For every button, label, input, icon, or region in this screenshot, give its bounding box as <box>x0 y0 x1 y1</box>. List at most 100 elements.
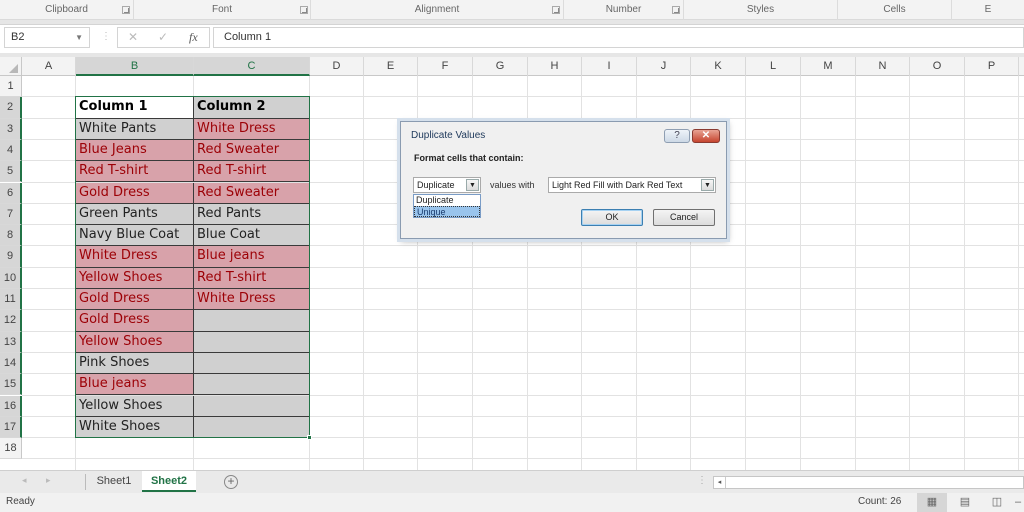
row-header-9[interactable]: 9 <box>0 246 22 268</box>
row-header-4[interactable]: 4 <box>0 139 22 162</box>
table-cell[interactable]: Blue jeans <box>76 374 194 396</box>
row-header-5[interactable]: 5 <box>0 161 22 183</box>
table-cell[interactable]: Gold Dress <box>76 182 194 204</box>
page-break-preview-icon[interactable]: ◫ <box>982 493 1012 512</box>
add-sheet-icon[interactable]: + <box>224 475 238 489</box>
column-header-o[interactable]: O <box>910 57 965 76</box>
normal-view-icon[interactable]: ▦ <box>917 493 947 512</box>
prev-sheet-icon[interactable]: ◂ <box>22 475 27 486</box>
column-header-k[interactable]: K <box>691 57 746 76</box>
option-duplicate[interactable]: Duplicate <box>414 195 480 206</box>
chevron-down-icon[interactable]: ▼ <box>75 28 83 47</box>
tab-sheet1[interactable]: Sheet1 <box>88 471 140 492</box>
row-header-10[interactable]: 10 <box>0 267 22 289</box>
table-cell[interactable]: Pink Shoes <box>76 352 194 375</box>
row-header-2[interactable]: 2 <box>0 97 22 119</box>
table-cell[interactable] <box>194 331 310 353</box>
next-sheet-icon[interactable]: ▸ <box>46 475 51 486</box>
worksheet-grid[interactable]: ABCDEFGHIJKLMNOP 1 2 3 4 5 6 7 8 9 10 11 12 13 14 15 16… <box>0 57 1024 470</box>
table-cell[interactable]: White Dress <box>76 246 194 268</box>
chevron-down-icon[interactable]: ▼ <box>701 179 714 191</box>
table-cell[interactable]: Red T-shirt <box>76 161 194 183</box>
dialog-launcher-icon[interactable] <box>552 6 560 14</box>
table-cell[interactable] <box>194 395 310 417</box>
help-button[interactable]: ? <box>664 129 690 143</box>
column-header-a[interactable]: A <box>22 57 76 76</box>
column-header-d[interactable]: D <box>310 57 364 76</box>
column-header-j[interactable]: J <box>637 57 691 76</box>
column-header-h[interactable]: H <box>528 57 582 76</box>
table-cell[interactable]: Blue jeans <box>194 246 310 268</box>
cancel-entry-icon[interactable]: ✕ <box>128 30 138 44</box>
row-header-12[interactable]: 12 <box>0 310 22 332</box>
column-header-n[interactable]: N <box>856 57 910 76</box>
formula-input[interactable]: Column 1 <box>213 27 1024 48</box>
table-cell[interactable] <box>194 352 310 375</box>
row-header-6[interactable]: 6 <box>0 182 22 204</box>
column-header-i[interactable]: I <box>582 57 637 76</box>
row-header-17[interactable]: 17 <box>0 416 22 439</box>
table-cell[interactable]: Yellow Shoes <box>76 331 194 353</box>
format-style-select[interactable]: Light Red Fill with Dark Red Text ▼ <box>548 177 716 193</box>
table-cell[interactable]: White Dress <box>194 118 310 140</box>
dialog-launcher-icon[interactable] <box>300 6 308 14</box>
table-cell[interactable]: Green Pants <box>76 203 194 226</box>
table-header-cell[interactable]: Column 2 <box>194 97 310 119</box>
close-button[interactable]: ✕ <box>692 129 720 143</box>
table-header-cell[interactable]: Column 1 <box>76 97 194 119</box>
column-header-e[interactable]: E <box>364 57 418 76</box>
insert-function-icon[interactable]: fx <box>189 30 198 45</box>
dialog-launcher-icon[interactable] <box>672 6 680 14</box>
table-cell[interactable]: White Dress <box>194 289 310 311</box>
name-box[interactable]: B2 ▼ <box>4 27 90 48</box>
table-cell[interactable]: Red T-shirt <box>194 267 310 289</box>
table-cell[interactable] <box>194 310 310 332</box>
table-cell[interactable] <box>194 374 310 396</box>
table-cell[interactable]: Gold Dress <box>76 310 194 332</box>
tab-split-handle[interactable]: ⋮ <box>697 475 707 486</box>
column-header-m[interactable]: M <box>801 57 856 76</box>
formula-bar-grip-icon[interactable]: ⋮ <box>101 31 111 42</box>
select-all-button[interactable] <box>0 57 22 76</box>
column-header-b[interactable]: B <box>76 57 194 76</box>
table-cell[interactable]: Blue Jeans <box>76 139 194 162</box>
table-cell[interactable]: Yellow Shoes <box>76 395 194 417</box>
table-cell[interactable]: Gold Dress <box>76 289 194 311</box>
chevron-down-icon[interactable]: ▼ <box>466 179 479 191</box>
column-header-f[interactable]: F <box>418 57 473 76</box>
row-header-13[interactable]: 13 <box>0 331 22 353</box>
row-header-8[interactable]: 8 <box>0 225 22 247</box>
row-header-3[interactable]: 3 <box>0 118 22 140</box>
table-cell[interactable]: Red T-shirt <box>194 161 310 183</box>
scroll-left-icon[interactable]: ◂ <box>714 477 726 488</box>
dialog-launcher-icon[interactable] <box>122 6 130 14</box>
column-header-p[interactable]: P <box>965 57 1019 76</box>
row-header-16[interactable]: 16 <box>0 395 22 417</box>
table-cell[interactable]: Navy Blue Coat <box>76 225 194 247</box>
zoom-out-icon[interactable]: – <box>1012 493 1024 512</box>
row-header-11[interactable]: 11 <box>0 289 22 311</box>
row-header-1[interactable]: 1 <box>0 76 22 98</box>
row-header-18[interactable]: 18 <box>0 438 22 460</box>
horizontal-scrollbar[interactable]: ◂ <box>713 476 1024 489</box>
table-cell[interactable]: Blue Coat <box>194 225 310 247</box>
table-cell[interactable]: White Shoes <box>76 416 194 439</box>
fill-handle[interactable] <box>307 435 312 441</box>
confirm-entry-icon[interactable]: ✓ <box>158 30 168 44</box>
table-cell[interactable]: Yellow Shoes <box>76 267 194 289</box>
table-cell[interactable]: Red Pants <box>194 203 310 226</box>
row-header-14[interactable]: 14 <box>0 352 22 375</box>
column-header-l[interactable]: L <box>746 57 801 76</box>
table-cell[interactable]: Red Sweater <box>194 139 310 162</box>
column-header-c[interactable]: C <box>194 57 310 76</box>
table-cell[interactable]: Red Sweater <box>194 182 310 204</box>
tab-sheet2[interactable]: Sheet2 <box>142 471 196 492</box>
value-type-select[interactable]: Duplicate ▼ <box>413 177 481 193</box>
page-layout-view-icon[interactable]: ▤ <box>950 493 980 512</box>
column-header-g[interactable]: G <box>473 57 528 76</box>
cancel-button[interactable]: Cancel <box>653 209 715 226</box>
row-header-15[interactable]: 15 <box>0 374 22 396</box>
table-cell[interactable] <box>194 416 310 439</box>
table-cell[interactable]: White Pants <box>76 118 194 140</box>
row-header-7[interactable]: 7 <box>0 203 22 226</box>
